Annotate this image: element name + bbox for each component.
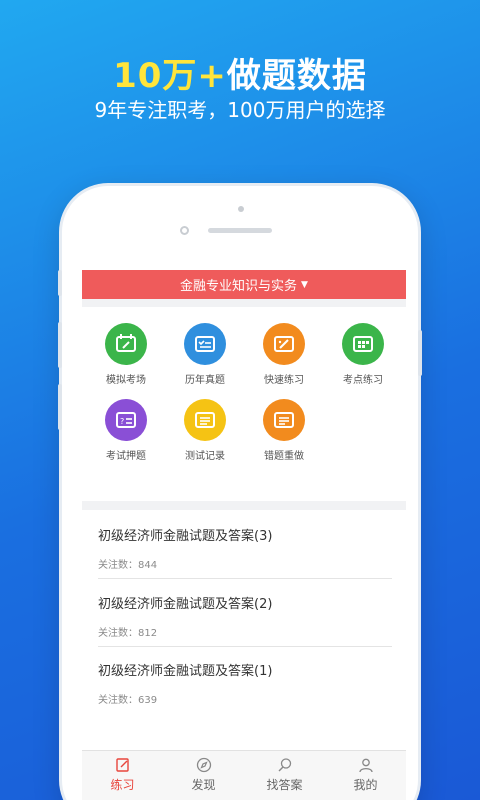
phone-camera-icon	[238, 206, 244, 212]
record-list-icon	[184, 399, 226, 441]
module-label: 模拟考场	[106, 375, 146, 386]
module-grid: 模拟考场 历年真题 快速练习 考点练习 ? 考试押题 测试记录 错题重做	[82, 307, 406, 501]
svg-text:?: ?	[120, 417, 124, 426]
module-label: 测试记录	[185, 451, 225, 462]
module-exam-predictions[interactable]: ? 考试押题	[91, 399, 161, 462]
quick-edit-icon	[263, 323, 305, 365]
tab-find-answers[interactable]: 找答案	[244, 751, 325, 800]
article-follow-count: 关注数：639	[98, 695, 158, 706]
module-redo-mistakes[interactable]: 错题重做	[249, 399, 319, 462]
divider	[98, 646, 392, 647]
calendar-grid-icon	[342, 323, 384, 365]
phone-speaker-icon	[208, 228, 272, 233]
tab-label: 练习	[110, 778, 135, 792]
promo-headline-text: 做题数据	[226, 56, 367, 96]
tab-label: 发现	[191, 778, 216, 792]
list-item[interactable]: 初级经济师金融试题及答案(2) 关注数：812	[98, 593, 392, 639]
module-test-records[interactable]: 测试记录	[170, 399, 240, 462]
edit-icon	[115, 758, 129, 772]
compass-icon	[196, 757, 211, 773]
module-label: 考点练习	[343, 375, 383, 386]
phone-volume-down	[58, 384, 62, 430]
phone-power-button	[418, 330, 422, 376]
module-label: 快速练习	[264, 375, 304, 386]
list-item[interactable]: 初级经济师金融试题及答案(1) 关注数：639	[98, 660, 392, 706]
question-list-icon: ?	[105, 399, 147, 441]
module-quick-practice[interactable]: 快速练习	[249, 323, 319, 386]
pencil-board-icon	[105, 323, 147, 365]
divider	[98, 578, 392, 579]
subject-selector-label: 金融专业知识与实务	[180, 279, 298, 294]
phone-volume-up	[58, 322, 62, 368]
search-icon	[278, 758, 291, 772]
module-label: 错题重做	[264, 451, 304, 462]
tab-mine[interactable]: 我的	[325, 751, 406, 800]
redo-list-icon	[263, 399, 305, 441]
article-follow-count: 关注数：844	[98, 560, 158, 571]
article-title: 初级经济师金融试题及答案(1)	[98, 664, 273, 679]
tab-discover[interactable]: 发现	[163, 751, 244, 800]
tab-practice[interactable]: 练习	[82, 751, 163, 800]
article-list: 初级经济师金融试题及答案(3) 关注数：844 初级经济师金融试题及答案(2) …	[82, 510, 406, 750]
phone-sensor-icon	[180, 226, 189, 235]
user-icon	[358, 758, 373, 773]
article-title: 初级经济师金融试题及答案(3)	[98, 529, 273, 544]
tab-label: 我的	[353, 778, 378, 792]
module-mock-exam[interactable]: 模拟考场	[91, 323, 161, 386]
module-label: 考试押题	[106, 451, 146, 462]
promo-subline: 9年专注职考，100万用户的选择	[94, 98, 386, 122]
article-follow-count: 关注数：812	[98, 628, 158, 639]
checklist-icon	[184, 323, 226, 365]
list-item[interactable]: 初级经济师金融试题及答案(3) 关注数：844	[98, 525, 392, 571]
subject-selector[interactable]: 金融专业知识与实务 ▼	[82, 270, 406, 299]
module-topic-practice[interactable]: 考点练习	[328, 323, 398, 386]
module-past-papers[interactable]: 历年真题	[170, 323, 240, 386]
phone-mute-switch	[58, 270, 62, 296]
bottom-tab-bar: 练习 发现 找答案 我的	[82, 750, 406, 800]
chevron-down-icon: ▼	[301, 279, 308, 290]
tab-label: 找答案	[266, 778, 303, 792]
promo-headline-accent: 10万+	[113, 56, 227, 96]
app-screen: 金融专业知识与实务 ▼ 模拟考场 历年真题 快速练习 考点练习 ? 考试押题 测…	[82, 270, 406, 800]
promo-headline: 10万+做题数据	[0, 48, 480, 97]
module-label: 历年真题	[185, 375, 225, 386]
article-title: 初级经济师金融试题及答案(2)	[98, 597, 273, 612]
